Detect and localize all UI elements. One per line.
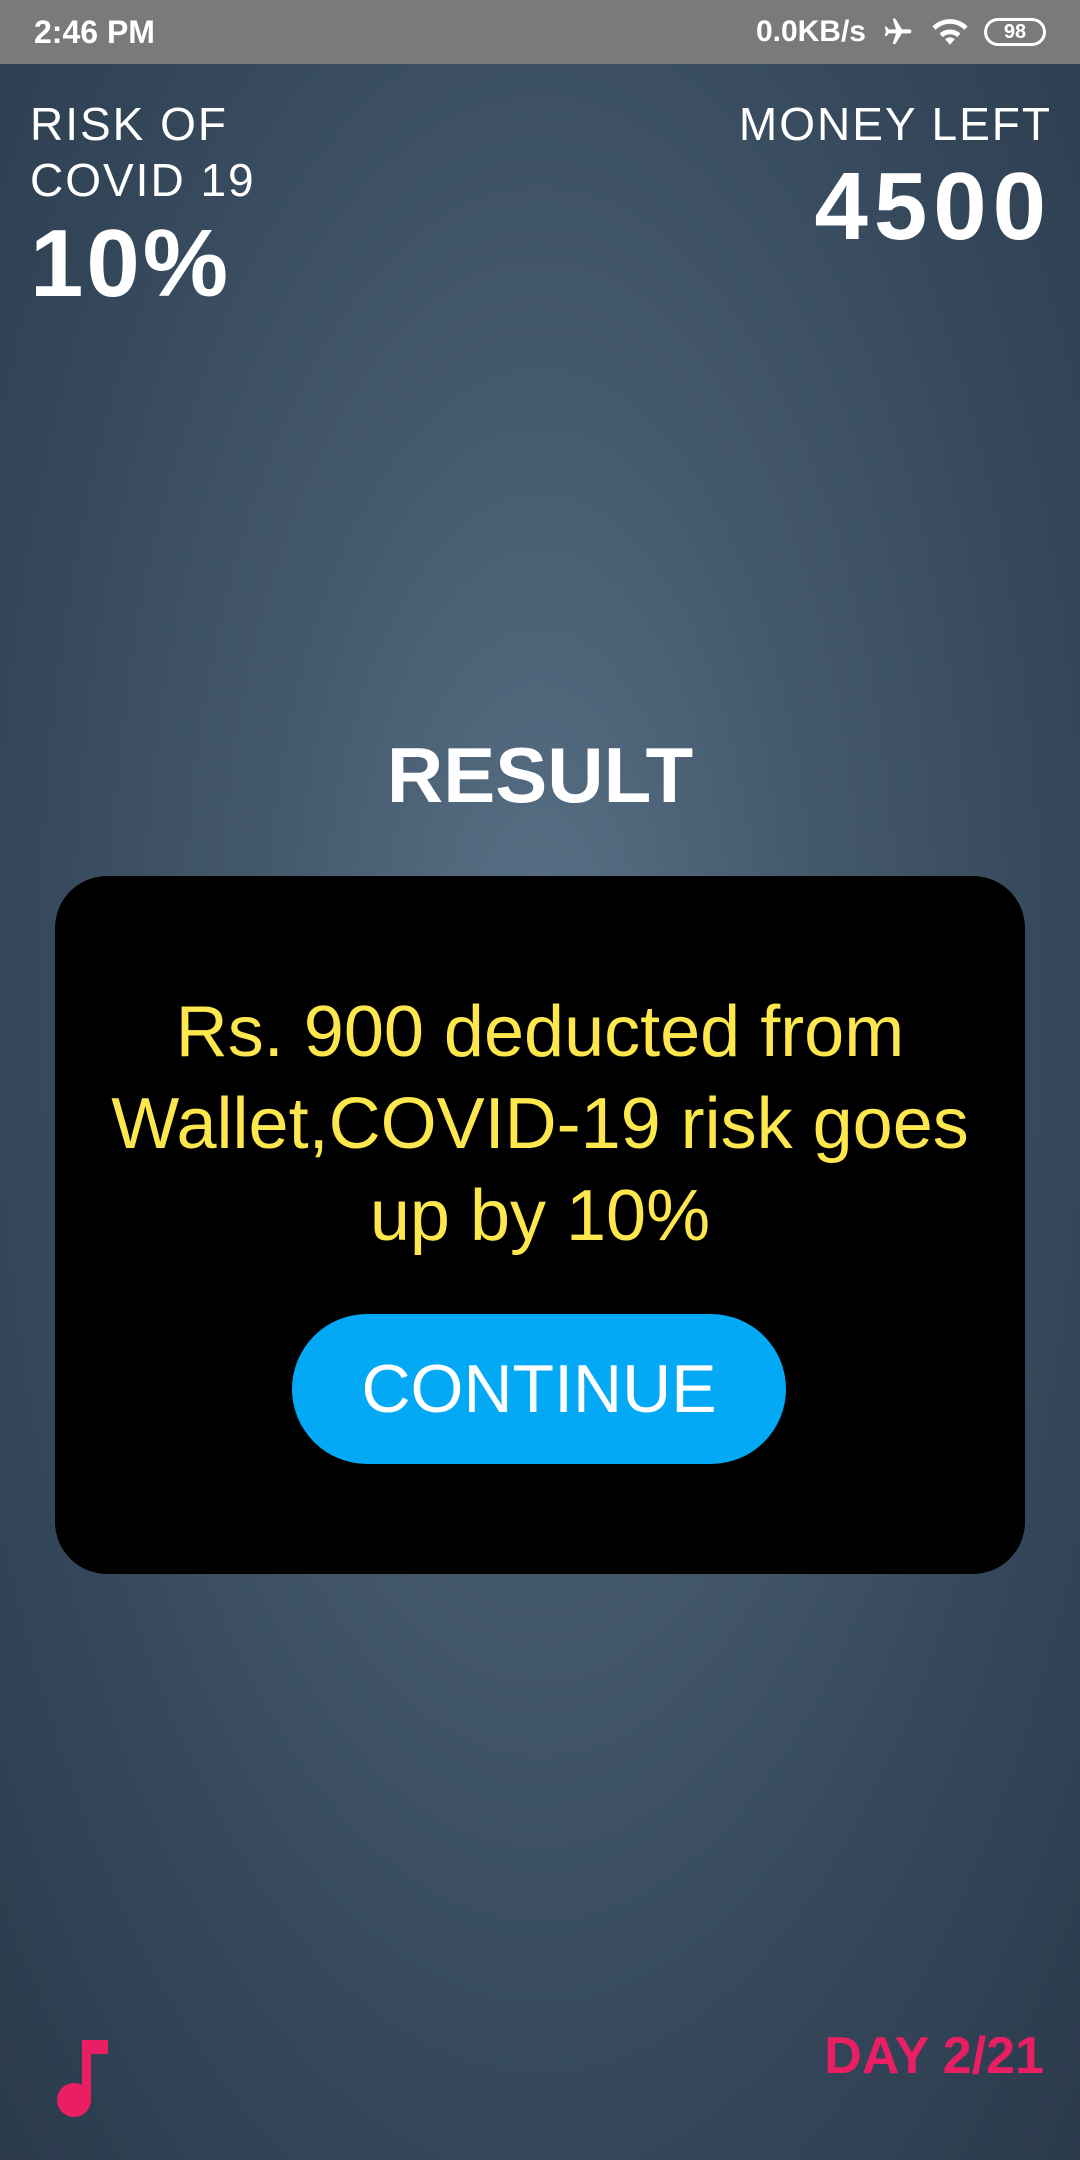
risk-value: 10% — [30, 210, 232, 317]
battery-icon: 98 — [984, 18, 1046, 46]
result-title: RESULT — [386, 731, 694, 819]
continue-button[interactable]: CONTINUE — [292, 1314, 786, 1464]
status-bar: 2:46 PM 0.0KB/s 98 — [0, 0, 1080, 64]
result-card: Rs. 900 deducted from Wallet,COVID-19 ri… — [55, 876, 1025, 1574]
result-message: Rs. 900 deducted from Wallet,COVID-19 ri… — [111, 992, 969, 1256]
airplane-icon — [880, 16, 916, 48]
risk-label-line2: COVID 19 — [30, 154, 256, 206]
status-time: 2:46 PM — [34, 13, 155, 50]
risk-label-line1: RISK OF — [30, 98, 229, 150]
risk-panel: RISK OF COVID 19 10% — [30, 96, 256, 314]
money-value: 4500 — [814, 153, 1052, 260]
money-label: MONEY LEFT — [738, 98, 1052, 150]
money-panel: MONEY LEFT 4500 — [739, 96, 1052, 262]
wifi-icon — [930, 16, 970, 48]
network-speed: 0.0KB/s — [755, 15, 866, 48]
day-counter: DAY 2/21 — [824, 2027, 1044, 2085]
status-indicators: 0.0KB/s 98 — [756, 15, 1046, 49]
music-note-icon[interactable] — [52, 2036, 112, 2120]
